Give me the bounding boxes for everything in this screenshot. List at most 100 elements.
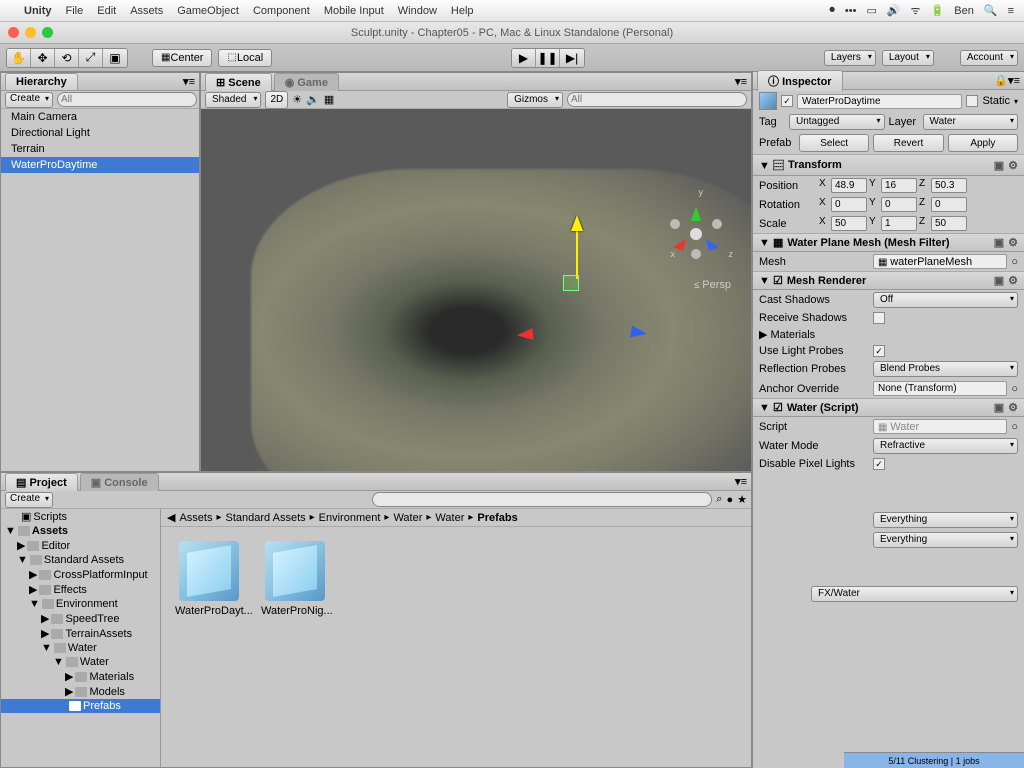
- gear-icon[interactable]: ⚙: [1008, 159, 1018, 172]
- light-probes-checkbox[interactable]: ✓: [873, 345, 885, 357]
- layout-dropdown[interactable]: Layout: [882, 50, 934, 66]
- rot-x[interactable]: [831, 197, 867, 212]
- breadcrumb-item[interactable]: Water: [435, 512, 464, 524]
- scene-viewport[interactable]: y x z ≤ Persp: [201, 109, 751, 471]
- breadcrumb-item[interactable]: Environment: [319, 512, 381, 524]
- breadcrumb-item[interactable]: Water: [393, 512, 422, 524]
- move-tool[interactable]: ✥: [31, 49, 55, 67]
- project-create-button[interactable]: Create: [5, 492, 53, 508]
- water-mode-dropdown[interactable]: Refractive: [873, 438, 1018, 454]
- pos-x[interactable]: [831, 178, 867, 193]
- asset-prefab-daytime[interactable]: WaterProDayt...: [175, 541, 243, 617]
- object-picker-icon[interactable]: ○: [1011, 256, 1018, 268]
- volume-icon[interactable]: 🔊: [887, 4, 901, 17]
- battery-icon[interactable]: 🔋: [931, 4, 945, 17]
- water-script-header[interactable]: ▼ ☑ Water (Script)▣ ⚙: [753, 398, 1024, 417]
- 2d-toggle[interactable]: 2D: [265, 91, 288, 109]
- hierarchy-item-terrain[interactable]: Terrain: [1, 141, 199, 157]
- pos-z[interactable]: [931, 178, 967, 193]
- prefab-select-button[interactable]: Select: [799, 134, 869, 152]
- gameobject-name-field[interactable]: [797, 94, 962, 109]
- filter-icon[interactable]: ●: [726, 494, 733, 506]
- breadcrumb-item[interactable]: Standard Assets: [226, 512, 306, 524]
- hierarchy-item-camera[interactable]: Main Camera: [1, 109, 199, 125]
- reflect-layers-dropdown[interactable]: Everything: [873, 512, 1018, 528]
- pause-button[interactable]: ❚❚: [536, 49, 560, 67]
- recv-shadows-checkbox[interactable]: [873, 312, 885, 324]
- menu-assets[interactable]: Assets: [130, 5, 163, 17]
- scene-search[interactable]: [567, 92, 747, 107]
- tree-item-prefabs[interactable]: Prefabs: [1, 699, 160, 713]
- cast-shadows-dropdown[interactable]: Off: [873, 292, 1018, 308]
- hand-tool[interactable]: ✋: [7, 49, 31, 67]
- effects-icon[interactable]: ▦: [324, 93, 334, 106]
- user-name[interactable]: Ben: [954, 5, 974, 17]
- gear-icon[interactable]: ⚙: [1008, 401, 1018, 414]
- breadcrumb-back-icon[interactable]: ◀: [167, 511, 175, 524]
- minimize-button[interactable]: [25, 27, 36, 38]
- panel-menu-icon[interactable]: ▾≡: [1008, 74, 1020, 87]
- menu-mobile-input[interactable]: Mobile Input: [324, 5, 384, 17]
- play-button[interactable]: ▶: [512, 49, 536, 67]
- panel-menu-icon[interactable]: ▾≡: [735, 75, 747, 88]
- menu-component[interactable]: Component: [253, 5, 310, 17]
- record-icon[interactable]: ⏺: [829, 4, 835, 17]
- scale-tool[interactable]: ⤢: [79, 49, 103, 67]
- project-tab[interactable]: ▤ Project: [5, 473, 78, 491]
- panel-menu-icon[interactable]: ▾≡: [183, 75, 195, 88]
- scl-y[interactable]: [881, 216, 917, 231]
- mesh-filter-header[interactable]: ▼ ▦ Water Plane Mesh (Mesh Filter)▣ ⚙: [753, 233, 1024, 252]
- menu-file[interactable]: File: [66, 5, 84, 17]
- wifi-icon[interactable]: ᯤ: [911, 3, 921, 18]
- hierarchy-search[interactable]: [57, 92, 197, 107]
- breadcrumb-item[interactable]: Assets: [179, 512, 212, 524]
- mesh-renderer-header[interactable]: ▼ ☑ Mesh Renderer▣ ⚙: [753, 271, 1024, 290]
- help-icon[interactable]: ▣: [994, 401, 1004, 414]
- panel-menu-icon[interactable]: ▾≡: [735, 475, 747, 488]
- breadcrumb-item[interactable]: Prefabs: [477, 512, 517, 524]
- menu-unity[interactable]: Unity: [24, 5, 52, 17]
- scl-z[interactable]: [931, 216, 967, 231]
- hierarchy-create-button[interactable]: Create: [5, 92, 53, 108]
- filter-icon[interactable]: ★: [737, 493, 747, 506]
- refl-probes-dropdown[interactable]: Blend Probes: [873, 361, 1018, 377]
- rot-y[interactable]: [881, 197, 917, 212]
- scl-x[interactable]: [831, 216, 867, 231]
- shader-dropdown[interactable]: FX/Water: [811, 586, 1018, 602]
- console-tab[interactable]: ▣ Console: [80, 473, 159, 491]
- zoom-button[interactable]: [42, 27, 53, 38]
- asset-prefab-nighttime[interactable]: WaterProNig...: [261, 541, 329, 617]
- spotlight-icon[interactable]: 🔍: [984, 4, 998, 17]
- persp-label[interactable]: ≤ Persp: [694, 279, 731, 291]
- object-picker-icon[interactable]: ○: [1011, 421, 1018, 433]
- gear-icon[interactable]: ⚙: [1008, 236, 1018, 249]
- materials-foldout[interactable]: ▶ Materials: [759, 328, 815, 341]
- game-tab[interactable]: ◉ Game: [274, 73, 339, 91]
- account-dropdown[interactable]: Account: [960, 50, 1018, 66]
- rect-tool[interactable]: ▣: [103, 49, 127, 67]
- gear-icon[interactable]: ⚙: [1008, 274, 1018, 287]
- audio-icon[interactable]: 🔊: [306, 93, 320, 106]
- menu-icon[interactable]: ≡: [1008, 5, 1014, 17]
- hierarchy-tab[interactable]: Hierarchy: [5, 73, 78, 90]
- scene-tab[interactable]: ⊞ Scene: [205, 73, 272, 91]
- filter-icon[interactable]: ⌕: [716, 493, 722, 506]
- inspector-tab[interactable]: ⓘ Inspector: [757, 70, 843, 91]
- pivot-local-button[interactable]: ⬚ Local: [218, 49, 272, 67]
- mesh-field[interactable]: ▦ waterPlaneMesh: [873, 254, 1007, 269]
- menu-gameobject[interactable]: GameObject: [177, 5, 239, 17]
- step-button[interactable]: ▶|: [560, 49, 584, 67]
- hierarchy-item-light[interactable]: Directional Light: [1, 125, 199, 141]
- disable-pixel-checkbox[interactable]: ✓: [873, 458, 885, 470]
- prefab-apply-button[interactable]: Apply: [948, 134, 1018, 152]
- active-checkbox[interactable]: ✓: [781, 95, 793, 107]
- transform-header[interactable]: ▼ ⿳ Transform▣ ⚙: [753, 154, 1024, 176]
- layers-dropdown[interactable]: Layers: [824, 50, 876, 66]
- static-checkbox[interactable]: [966, 95, 978, 107]
- menu-window[interactable]: Window: [398, 5, 437, 17]
- lighting-icon[interactable]: ☀: [292, 93, 302, 106]
- layer-dropdown[interactable]: Water: [923, 114, 1019, 130]
- pos-y[interactable]: [881, 178, 917, 193]
- prefab-revert-button[interactable]: Revert: [873, 134, 943, 152]
- help-icon[interactable]: ▣: [994, 236, 1004, 249]
